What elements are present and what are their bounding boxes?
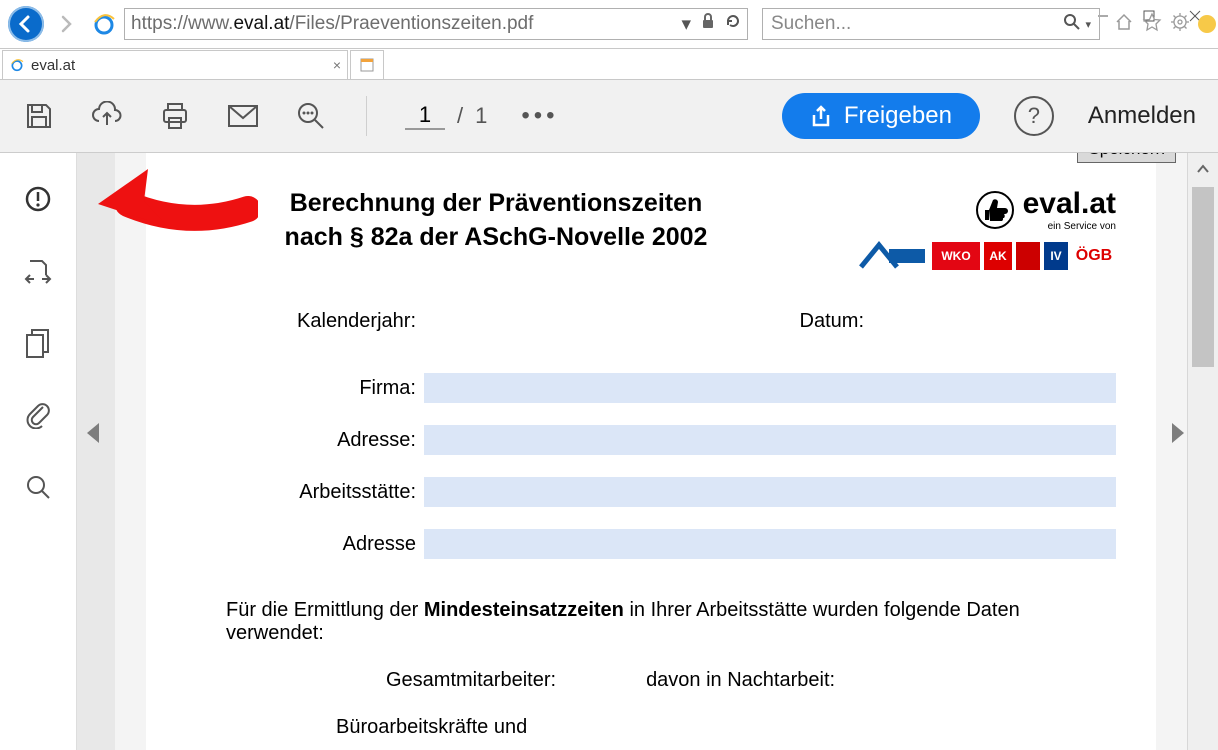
- iv-logo: IV: [1044, 242, 1068, 270]
- feedback-icon[interactable]: [1198, 15, 1216, 33]
- forward-button: [48, 6, 84, 42]
- help-label: ?: [1028, 103, 1040, 129]
- ak-logo: AK: [984, 242, 1012, 270]
- current-page[interactable]: 1: [405, 102, 445, 130]
- email-icon[interactable]: [226, 99, 260, 133]
- share-label: Freigeben: [844, 102, 952, 130]
- eval-logo-sub: ein Service von: [1023, 221, 1116, 232]
- url-path: /Files/Praeventionszeiten.pdf: [289, 13, 533, 35]
- pages-panel-icon[interactable]: [24, 329, 52, 357]
- tab-close-icon[interactable]: ×: [333, 57, 341, 73]
- favorites-icon[interactable]: [1142, 12, 1162, 37]
- help-button[interactable]: ?: [1014, 96, 1054, 136]
- ie-tab-icon: [9, 57, 25, 73]
- signin-label: Anmelden: [1088, 102, 1196, 129]
- browser-chrome-icons: [1114, 12, 1216, 37]
- zoom-icon[interactable]: [294, 99, 328, 133]
- pdf-page: Speichern Berechnung der Präventionszeit…: [146, 153, 1156, 750]
- label-adresse: Adresse:: [226, 429, 424, 452]
- page-viewport: Speichern Berechnung der Präventionszeit…: [115, 153, 1187, 750]
- url-domain: eval.at: [233, 13, 289, 35]
- field-firma[interactable]: [424, 373, 1116, 403]
- tab-strip: eval.at ×: [0, 49, 1218, 80]
- address-bar[interactable]: https://www.eval.at/Files/Praeventionsze…: [124, 8, 748, 40]
- new-tab-button[interactable]: [350, 50, 384, 79]
- document-save-button[interactable]: Speichern: [1077, 153, 1176, 163]
- label-nachtarbeit: davon in Nachtarbeit:: [646, 669, 835, 692]
- new-tab-icon: [359, 57, 375, 73]
- refresh-icon[interactable]: [725, 13, 741, 35]
- toolbar-separator: [366, 96, 367, 136]
- tab-title: eval.at: [31, 57, 75, 74]
- label-adresse2: Adresse: [226, 533, 424, 556]
- cloud-upload-icon[interactable]: [90, 99, 124, 133]
- alert-panel-icon[interactable]: [24, 185, 52, 213]
- document-title: Berechnung der Präventionszeiten nach § …: [226, 187, 766, 255]
- search-panel-icon[interactable]: [24, 473, 52, 501]
- label-arbeitsstaette: Arbeitsstätte:: [226, 481, 424, 504]
- annotation-arrow-icon: [78, 149, 258, 259]
- back-button[interactable]: [8, 6, 44, 42]
- label-gesamtmitarbeiter: Gesamtmitarbeiter:: [386, 669, 556, 692]
- thumb-icon: [975, 190, 1015, 230]
- label-firma: Firma:: [226, 377, 424, 400]
- export-panel-icon[interactable]: [24, 257, 52, 285]
- page-control: 1 / 1: [405, 102, 487, 130]
- dropdown-icon[interactable]: ▾: [681, 13, 691, 36]
- browser-nav-row: https://www.eval.at/Files/Praeventionsze…: [0, 0, 1218, 49]
- scroll-thumb[interactable]: [1192, 187, 1214, 367]
- more-options-icon[interactable]: •••: [521, 102, 558, 130]
- pdf-side-rail: [0, 153, 77, 750]
- left-collapse-icon[interactable]: [87, 423, 99, 443]
- signin-link[interactable]: Anmelden: [1088, 102, 1196, 130]
- tools-icon[interactable]: [1170, 12, 1190, 37]
- auva-logo: [858, 242, 928, 270]
- page-separator: /: [457, 103, 463, 129]
- share-icon: [810, 105, 832, 127]
- right-collapse-icon[interactable]: [1172, 423, 1184, 443]
- info-line: Für die Ermittlung der Mindesteinsatzzei…: [226, 599, 1116, 645]
- eval-logo-text: eval.at: [1023, 187, 1116, 221]
- total-pages: 1: [475, 103, 487, 129]
- url-host: www.: [188, 13, 233, 35]
- scroll-up-icon[interactable]: [1188, 155, 1218, 183]
- search-box[interactable]: Suchen... ▾: [762, 8, 1100, 40]
- field-adresse[interactable]: [424, 425, 1116, 455]
- ie-logo-icon: [92, 12, 116, 36]
- wko-logo: WKO: [932, 242, 980, 270]
- label-bueroarbeitskraefte: Büroarbeitskräfte und: [336, 716, 527, 739]
- save-icon[interactable]: [22, 99, 56, 133]
- logo-block: eval.at ein Service von WKO AK IV ÖGB: [786, 187, 1116, 270]
- search-icon[interactable]: ▾: [1063, 13, 1091, 36]
- url-prefix: https://: [131, 13, 188, 35]
- label-datum: Datum:: [654, 310, 872, 333]
- search-placeholder: Suchen...: [771, 13, 851, 35]
- tab-active[interactable]: eval.at ×: [2, 50, 348, 79]
- lock-icon[interactable]: [701, 13, 715, 35]
- home-icon[interactable]: [1114, 12, 1134, 37]
- print-icon[interactable]: [158, 99, 192, 133]
- field-arbeitsstaette[interactable]: [424, 477, 1116, 507]
- field-adresse2[interactable]: [424, 529, 1116, 559]
- label-kalenderjahr: Kalenderjahr:: [226, 310, 424, 333]
- ogb-logo: ÖGB: [1072, 242, 1116, 270]
- pdf-toolbar: 1 / 1 ••• Freigeben ? Anmelden: [0, 80, 1218, 153]
- pdf-area: Speichern Berechnung der Präventionszeit…: [0, 153, 1218, 750]
- oesterreich-logo: [1016, 242, 1040, 270]
- share-button[interactable]: Freigeben: [782, 93, 980, 139]
- vertical-scrollbar[interactable]: [1187, 153, 1218, 750]
- attachments-panel-icon[interactable]: [24, 401, 52, 429]
